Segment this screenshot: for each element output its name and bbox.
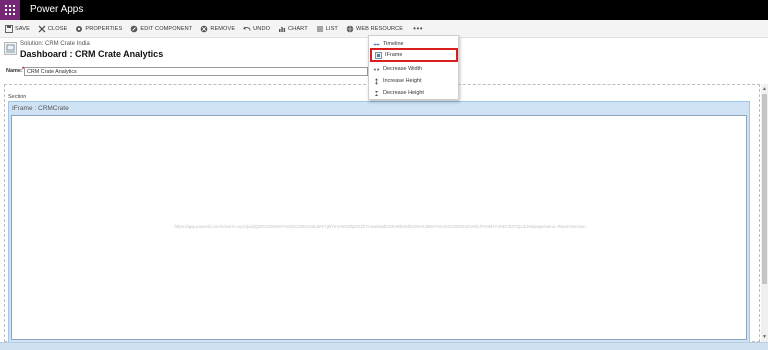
increase-height-icon xyxy=(373,77,380,85)
menu-item-increase-height[interactable]: Increase Height xyxy=(370,75,458,87)
app-header: Power Apps xyxy=(0,0,768,20)
menu-item-decrease-height[interactable]: Decrease Height xyxy=(370,87,458,99)
iframe-icon xyxy=(375,51,382,59)
edit-component-button[interactable]: EDIT COMPONENT xyxy=(130,25,192,33)
remove-button[interactable]: REMOVE xyxy=(200,25,235,33)
remove-icon xyxy=(200,25,208,33)
menu-item-label: Increase Height xyxy=(383,78,422,84)
menu-item-label: Decrease Width xyxy=(383,66,423,72)
chart-button[interactable]: CHART xyxy=(278,25,308,33)
undo-icon xyxy=(243,25,251,33)
close-label: CLOSE xyxy=(47,25,68,32)
horizontal-scrollbar[interactable] xyxy=(0,342,768,350)
properties-button[interactable]: PROPERTIES xyxy=(75,25,122,33)
undo-label: UNDO xyxy=(253,25,271,32)
name-label-text: Name xyxy=(6,68,21,74)
menu-item-label: IFrame xyxy=(385,52,403,58)
remove-label: REMOVE xyxy=(210,25,236,32)
solution-name: Solution: CRM Crate India xyxy=(20,41,90,47)
scrollbar-thumb[interactable] xyxy=(762,94,767,284)
app-title: Power Apps xyxy=(30,4,84,15)
scroll-down-icon[interactable]: ▼ xyxy=(762,334,767,340)
section-label: Section xyxy=(8,94,27,100)
menu-item-decrease-width[interactable]: Decrease Width xyxy=(370,63,458,75)
web-resource-label: WEB RESOURCE xyxy=(355,25,404,32)
globe-icon xyxy=(346,25,354,33)
menu-item-label: Timeline xyxy=(383,41,404,47)
menu-item-label: Decrease Height xyxy=(383,90,424,96)
app-launcher-button[interactable] xyxy=(0,0,20,20)
close-icon xyxy=(38,25,46,33)
properties-label: PROPERTIES xyxy=(85,25,123,32)
edit-component-icon xyxy=(130,25,138,33)
gear-icon xyxy=(75,25,83,33)
edit-component-label: EDIT COMPONENT xyxy=(140,25,193,32)
scroll-up-icon[interactable]: ▲ xyxy=(762,86,767,92)
chart-icon xyxy=(278,25,286,33)
waffle-icon xyxy=(5,5,15,15)
timeline-icon xyxy=(373,41,380,48)
name-field-label: Name: xyxy=(6,68,23,74)
save-button[interactable]: SAVE xyxy=(5,24,30,33)
name-input[interactable] xyxy=(24,67,368,76)
menu-item-iframe[interactable]: IFrame xyxy=(370,48,458,62)
decrease-width-icon xyxy=(373,66,380,73)
iframe-component[interactable]: https://app.powerbi.com/view?r=eyJrIjoiZ… xyxy=(11,115,747,340)
list-label: LIST xyxy=(325,25,338,32)
undo-button[interactable]: UNDO xyxy=(243,25,270,33)
more-commands-menu: Timeline IFrame Decrease Width Increase … xyxy=(368,35,459,100)
decrease-height-icon xyxy=(373,90,380,97)
save-label: SAVE xyxy=(15,25,30,32)
solution-icon xyxy=(4,42,17,55)
list-icon xyxy=(316,25,324,33)
list-button[interactable]: LIST xyxy=(316,25,338,33)
page-title: Dashboard : CRM Crate Analytics xyxy=(20,49,164,59)
more-commands-button[interactable]: ••• xyxy=(413,24,423,33)
chart-label: CHART xyxy=(288,25,308,32)
iframe-url: https://app.powerbi.com/view?r=eyJrIjoiZ… xyxy=(174,224,586,229)
save-icon xyxy=(5,24,13,33)
iframe-label: IFrame : CRMCrate xyxy=(12,105,69,112)
web-resource-button[interactable]: WEB RESOURCE xyxy=(346,25,403,33)
vertical-scrollbar[interactable]: ▲ ▼ xyxy=(761,84,768,342)
close-button[interactable]: CLOSE xyxy=(38,25,67,33)
